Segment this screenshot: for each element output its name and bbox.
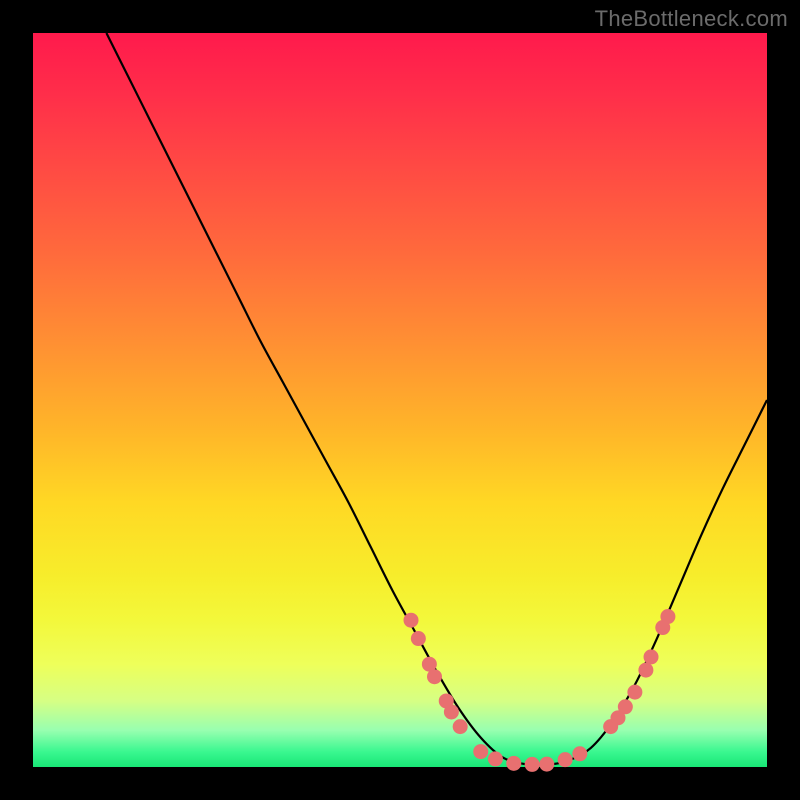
marker-dot: [638, 663, 653, 678]
marker-dot: [525, 757, 540, 772]
marker-dot: [572, 746, 587, 761]
marker-dot: [644, 649, 659, 664]
bottleneck-curve: [106, 33, 767, 765]
marker-dot: [404, 613, 419, 628]
chart-svg: [33, 33, 767, 767]
marker-dot: [427, 669, 442, 684]
chart-frame: TheBottleneck.com: [0, 0, 800, 800]
plot-area: [33, 33, 767, 767]
marker-dot: [627, 685, 642, 700]
marker-dots: [404, 609, 676, 772]
marker-dot: [539, 757, 554, 772]
marker-dot: [506, 756, 521, 771]
marker-dot: [444, 704, 459, 719]
marker-dot: [453, 719, 468, 734]
marker-dot: [411, 631, 426, 646]
marker-dot: [618, 699, 633, 714]
marker-dot: [473, 744, 488, 759]
marker-dot: [660, 609, 675, 624]
marker-dot: [488, 751, 503, 766]
watermark-text: TheBottleneck.com: [595, 6, 788, 32]
marker-dot: [558, 752, 573, 767]
